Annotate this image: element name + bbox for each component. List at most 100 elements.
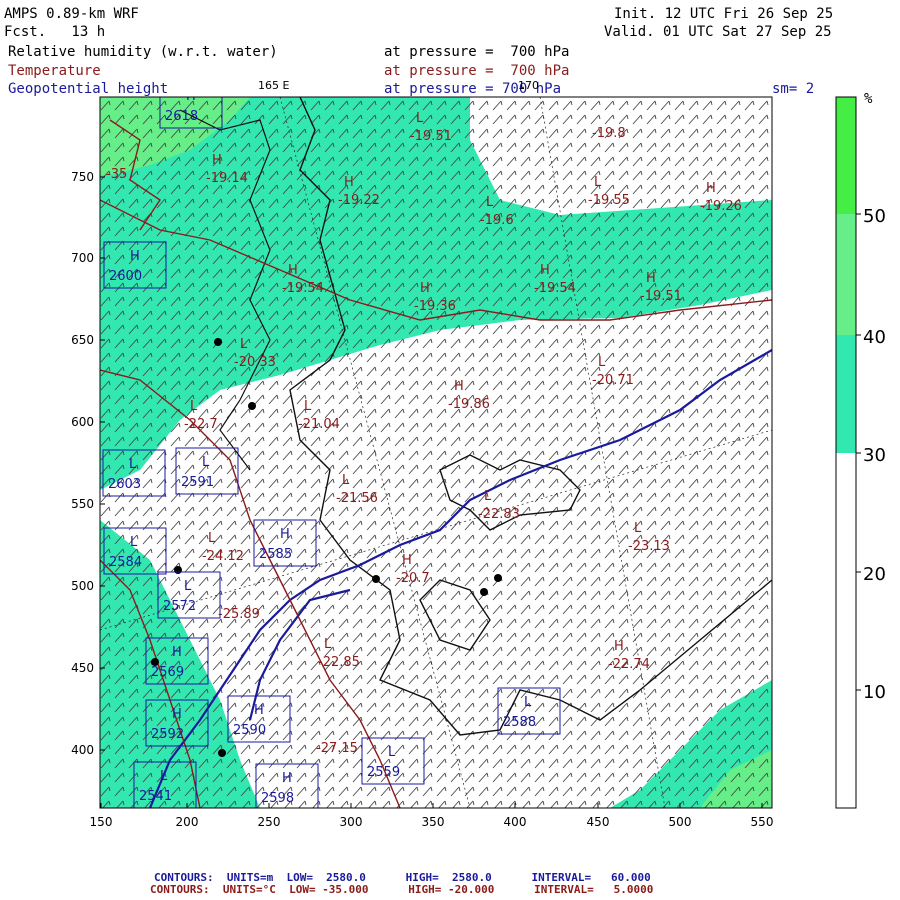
temp-value-label: -22.85 — [318, 655, 360, 670]
colorbar-tick-label: 30 — [863, 445, 886, 466]
temp-value-label: -21.56 — [336, 491, 378, 506]
height-extremum-mark: H — [282, 771, 292, 786]
temp-value-label: -19.51 — [640, 289, 682, 304]
x-tick-label: 350 — [422, 815, 445, 829]
footer-temp-contours: CONTOURS: UNITS=°C LOW= -35.000 HIGH= -2… — [150, 883, 654, 896]
temp-extremum-mark: L — [416, 111, 424, 126]
x-tick-label: 150 — [90, 815, 113, 829]
temp-value-label: -19.54 — [282, 281, 324, 296]
temp-value-label: -19.54 — [534, 281, 576, 296]
height-extremum-mark: L — [130, 535, 138, 550]
temp-value-label: -19.55 — [588, 193, 630, 208]
temp-value-label: -22.7 — [184, 417, 218, 432]
station-marker — [494, 574, 502, 582]
temp-value-label: -19.86 — [448, 397, 490, 412]
temp-value-label: -19.8 — [592, 126, 626, 141]
height-extremum-mark: L — [524, 695, 532, 710]
height-extremum-mark: L — [160, 769, 168, 784]
temp-extremum-mark: L — [190, 399, 198, 414]
colorbar-30-40 — [836, 335, 856, 453]
temp-extremum-mark: L — [342, 473, 350, 488]
height-extremum-mark: L — [184, 579, 192, 594]
y-tick-label: 700 — [71, 251, 94, 265]
temp-extremum-mark: L — [598, 355, 606, 370]
map-canvas: L -19.51 -19.8 H -19.14 H -19.22 L -19.6 L -19.55 H… — [71, 96, 886, 829]
temp-extremum-mark: H — [212, 153, 222, 168]
height-extremum-mark: H — [172, 707, 182, 722]
temp-value-label: -35 — [106, 167, 127, 182]
temp-extremum-mark: L — [594, 175, 602, 190]
temp-value-label: -27.15 — [316, 741, 358, 756]
colorbar-above50 — [836, 97, 856, 214]
x-tick-label: 550 — [751, 815, 774, 829]
temp-value-label: -20.33 — [234, 355, 276, 370]
height-value-label: 2618 — [165, 109, 198, 124]
colorbar: 10 20 30 40 50 — [835, 96, 886, 809]
colorbar-unit: % — [864, 91, 873, 107]
temp-extremum-mark: H — [646, 271, 656, 286]
height-extremum-mark: L — [202, 455, 210, 470]
height-extremum-mark: H — [130, 249, 140, 264]
height-value-label: 2603 — [108, 477, 141, 492]
temp-value-label: -22.74 — [608, 657, 650, 672]
temp-extremum-mark: L — [324, 637, 332, 652]
height-value-label: 2600 — [109, 269, 142, 284]
temp-value-label: -19.22 — [338, 193, 380, 208]
temp-extremum-mark: H — [540, 263, 550, 278]
temp-extremum-mark: L — [484, 489, 492, 504]
height-value-label: 2592 — [151, 727, 184, 742]
temp-extremum-mark: H — [344, 175, 354, 190]
colorbar-tick-label: 20 — [863, 564, 886, 585]
station-marker — [480, 588, 488, 596]
y-tick-label: 400 — [71, 743, 94, 757]
y-tick-label: 750 — [71, 170, 94, 184]
temp-extremum-mark: L — [208, 531, 216, 546]
x-tick-label: 300 — [340, 815, 363, 829]
temp-extremum-mark: L — [486, 195, 494, 210]
temp-extremum-mark: H — [454, 379, 464, 394]
height-value-label: 2591 — [181, 475, 214, 490]
temp-extremum-mark: L — [634, 521, 642, 536]
y-tick-label: 650 — [71, 333, 94, 347]
temp-value-label: -19.51 — [410, 129, 452, 144]
temp-value-label: -22.83 — [478, 507, 520, 522]
temp-value-label: -19.14 — [206, 171, 248, 186]
temp-extremum-mark: L — [304, 399, 312, 414]
height-value-label: 2541 — [139, 789, 172, 804]
station-marker — [372, 575, 380, 583]
height-value-label: 2584 — [109, 555, 142, 570]
temp-value-label: -23.13 — [628, 539, 670, 554]
height-extremum-mark: H — [280, 527, 290, 542]
temp-extremum-mark: L — [240, 337, 248, 352]
temp-value-label: -20.71 — [592, 373, 634, 388]
y-tick-label: 550 — [71, 497, 94, 511]
station-marker — [174, 566, 182, 574]
colorbar-tick-label: 10 — [863, 682, 886, 703]
height-extremum-mark: L — [388, 745, 396, 760]
station-marker — [248, 402, 256, 410]
y-tick-label: 450 — [71, 661, 94, 675]
height-value-label: 2569 — [151, 665, 184, 680]
height-extremum-mark: H — [172, 645, 182, 660]
station-marker — [218, 749, 226, 757]
y-tick-label: 500 — [71, 579, 94, 593]
height-value-label: 2590 — [233, 723, 266, 738]
colorbar-tick-label: 50 — [863, 206, 886, 227]
temp-value-label: -19.26 — [700, 199, 742, 214]
x-tick-label: 450 — [587, 815, 610, 829]
height-extremum-mark: L — [129, 457, 137, 472]
temp-value-label: -20.7 — [396, 571, 430, 586]
temp-extremum-mark: H — [706, 181, 716, 196]
temp-value-label: -19.36 — [414, 299, 456, 314]
colorbar-40-50 — [836, 214, 856, 335]
x-tick-label: 500 — [669, 815, 692, 829]
colorbar-tick-label: 40 — [863, 327, 886, 348]
temp-extremum-mark: H — [288, 263, 298, 278]
height-value-label: 2559 — [367, 765, 400, 780]
y-tick-label: 600 — [71, 415, 94, 429]
height-value-label: 2572 — [163, 599, 196, 614]
height-value-label: 2585 — [259, 547, 292, 562]
wind-barbs — [100, 97, 772, 808]
x-tick-label: 400 — [504, 815, 527, 829]
temp-value-label: -25.89 — [218, 607, 260, 622]
